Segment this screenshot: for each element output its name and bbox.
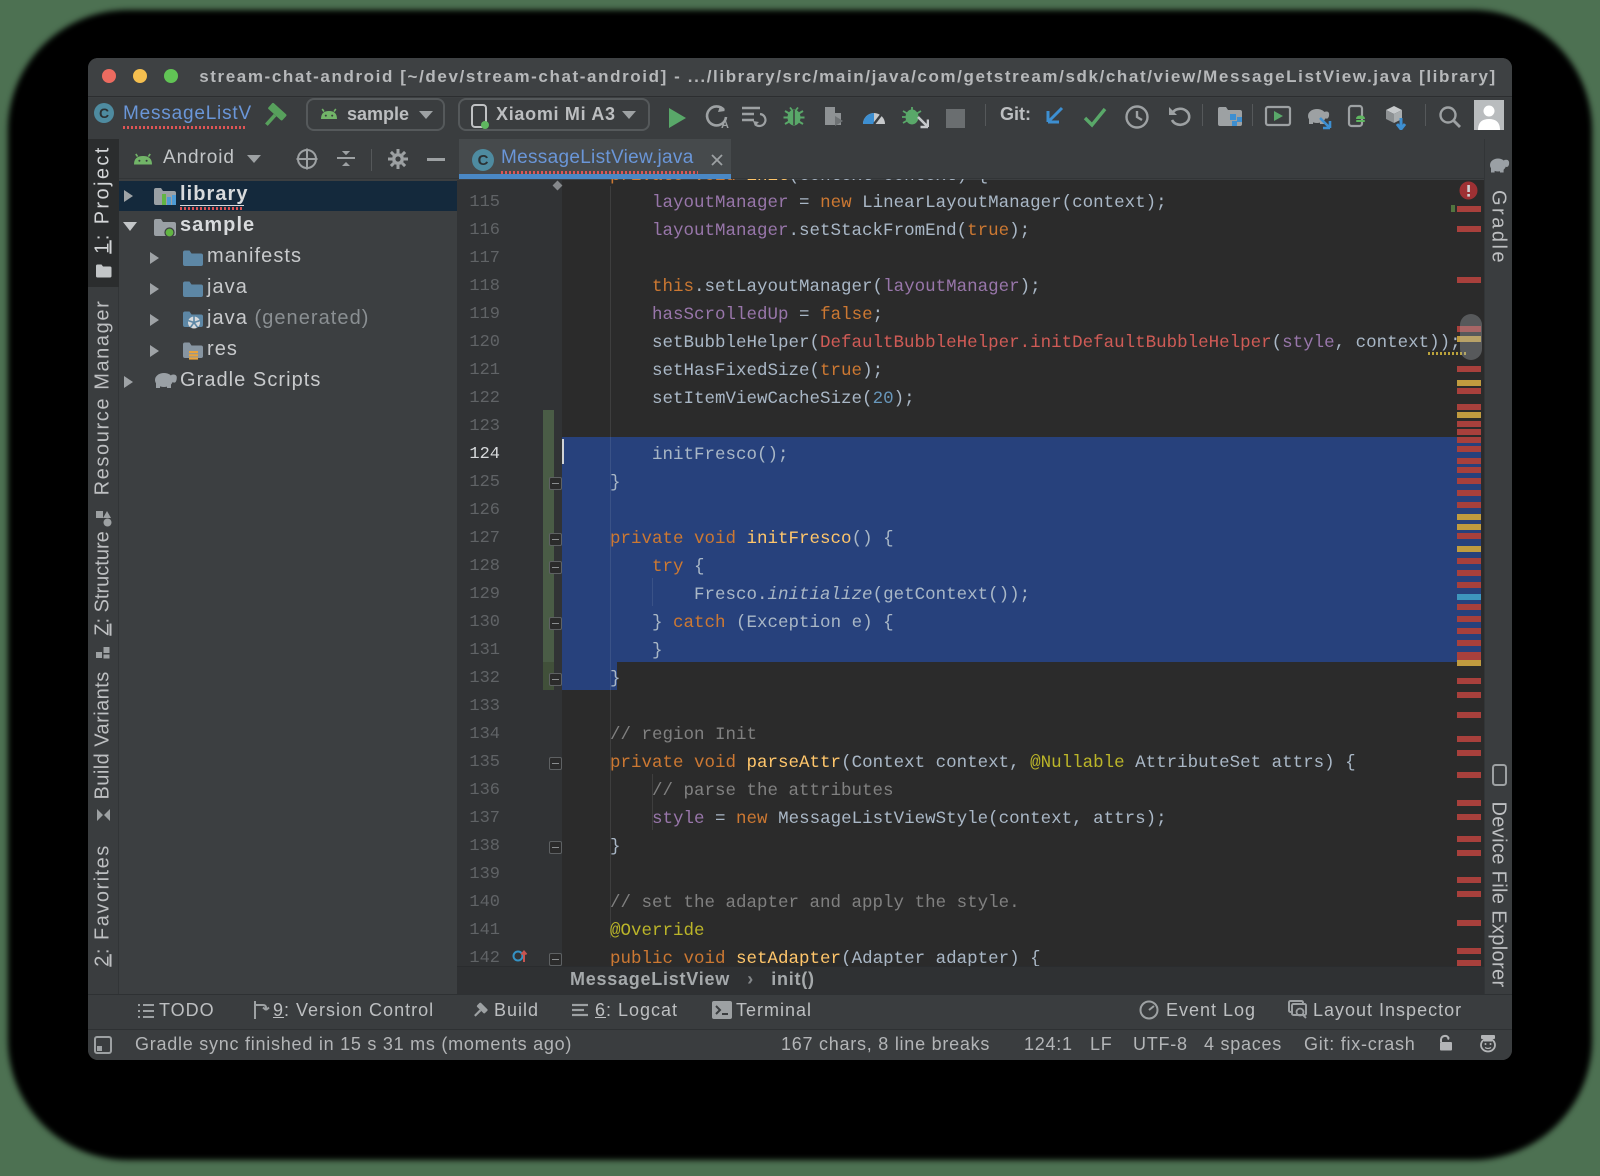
svg-text:A: A bbox=[721, 119, 729, 130]
svg-text:C: C bbox=[478, 152, 489, 169]
svg-text:C: C bbox=[99, 105, 109, 121]
